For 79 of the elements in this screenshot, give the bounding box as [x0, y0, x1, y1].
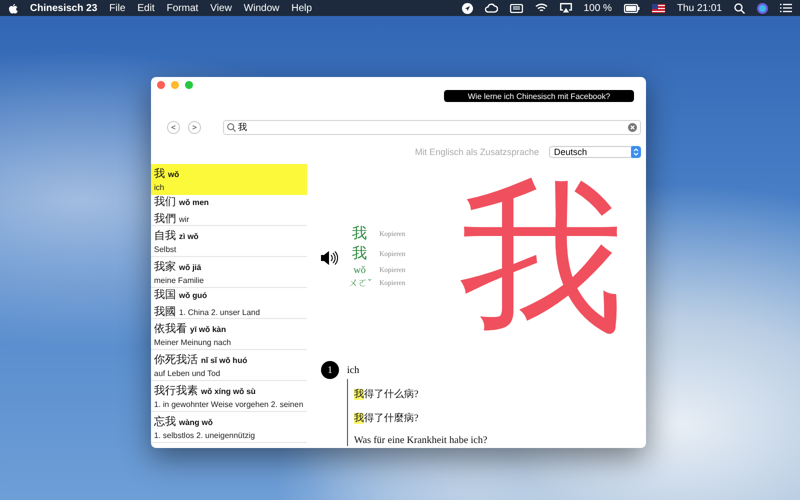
result-gloss: 1. China 2. unser Land [179, 308, 260, 317]
search-icon [227, 123, 236, 132]
character-form: 我 [351, 224, 368, 244]
result-gloss: Meiner Meinung nach [154, 338, 231, 347]
forward-button[interactable]: > [188, 121, 201, 134]
search-field[interactable]: 我 [223, 120, 641, 135]
location-arrow-icon[interactable] [462, 2, 473, 14]
result-hanzi: 我国 [154, 288, 176, 302]
search-icon[interactable] [734, 2, 745, 14]
result-traditional: 我國 [154, 305, 176, 318]
result-hanzi: 你死我活 [154, 353, 198, 367]
result-hanzi: 我们 [154, 195, 176, 209]
result-pinyin: yī wǒ kàn [190, 325, 226, 334]
result-item[interactable]: 我 wǒ ich [151, 164, 307, 195]
apple-logo-icon[interactable] [8, 2, 18, 14]
battery-percentage: 100 % [584, 2, 612, 14]
example-sentence: 我得了什麼病? [354, 412, 420, 425]
back-button[interactable]: < [167, 121, 180, 134]
result-item[interactable]: 自我 zì wǒ Selbst [151, 226, 307, 257]
flag-icon[interactable] [652, 4, 665, 12]
result-item[interactable]: 忘我 wàng wǒ 1. selbstlos 2. uneigennützig [151, 412, 307, 443]
menu-clock[interactable]: Thu 21:01 [676, 2, 722, 14]
menu-item[interactable]: File [109, 2, 126, 14]
result-hanzi: 忘我 [154, 414, 176, 429]
result-gloss: 1. selbstlos 2. uneigennützig [154, 431, 255, 440]
result-pinyin: wǒ xíng wǒ sù [201, 387, 256, 396]
result-hanzi: 自我 [154, 229, 176, 243]
result-hanzi: 我 [154, 167, 165, 181]
result-pinyin: wàng wǒ [179, 418, 213, 427]
app-menu[interactable]: Chinesisch 23 [30, 2, 98, 14]
keyboard-icon[interactable] [510, 4, 523, 12]
example-translation: Was für eine Krankheit habe ich? [354, 435, 488, 446]
stepper-icon [631, 146, 641, 158]
result-gloss: 1. in gewohnter Weise vorgehen 2. seinen [154, 400, 304, 409]
result-pinyin: wǒ jiā [179, 263, 202, 272]
menu-item[interactable]: Edit [137, 2, 155, 14]
result-gloss: auf Leben und Tod [154, 369, 220, 378]
result-gloss: meine Familie [154, 276, 204, 285]
wifi-icon[interactable] [534, 3, 548, 13]
siri-icon[interactable] [757, 2, 768, 14]
result-item[interactable]: 依我看 yī wǒ kàn Meiner Meinung nach [151, 319, 307, 350]
menu-item[interactable]: Help [291, 2, 312, 14]
result-item[interactable]: 我们 wǒ men 我們 wir [151, 195, 307, 226]
result-pinyin: wǒ guó [179, 291, 207, 300]
sense-number: 1 [321, 361, 339, 379]
result-pinyin: nǐ sǐ wǒ huó [201, 356, 248, 365]
language-label: Mit Englisch als Zusatzsprache [414, 147, 539, 157]
result-gloss: Selbst [154, 245, 176, 254]
result-pinyin: wǒ [168, 170, 180, 179]
airplay-icon[interactable] [560, 3, 572, 13]
close-button[interactable] [157, 81, 165, 89]
cloud-icon[interactable] [484, 3, 498, 13]
character-form: 我 [351, 244, 368, 264]
result-pinyin: wǒ men [179, 198, 209, 207]
result-gloss: wir [179, 215, 190, 224]
battery-icon[interactable] [624, 4, 640, 12]
facebook-promo-button[interactable]: Wie lerne ich Chinesisch mit Facebook? [444, 90, 634, 102]
result-pinyin: zì wǒ [179, 232, 199, 241]
sense-meaning: ich [347, 364, 360, 376]
speaker-icon[interactable] [320, 250, 338, 266]
result-hanzi: 我行我素 [154, 384, 198, 398]
large-character: 我 [459, 166, 624, 346]
result-gloss: ich [154, 183, 164, 192]
character-form: wǒ [352, 264, 367, 276]
menu-item[interactable]: Window [244, 2, 280, 14]
language-dropdown[interactable]: Deutsch [549, 146, 641, 158]
result-hanzi: 依我看 [154, 322, 187, 336]
result-hanzi: 我家 [154, 260, 176, 274]
result-item[interactable]: 你死我活 nǐ sǐ wǒ huó auf Leben und Tod [151, 350, 307, 381]
result-traditional: 我們 [154, 212, 176, 225]
result-item[interactable]: 我家 wǒ jiā meine Familie [151, 257, 307, 288]
clear-icon[interactable] [628, 123, 637, 132]
result-item[interactable]: 我国 wǒ guó 我國 1. China 2. unser Land [151, 288, 307, 319]
list-icon[interactable] [780, 3, 792, 13]
menu-item[interactable]: Format [166, 2, 198, 14]
character-form: ㄨㄛˇ [348, 276, 372, 290]
result-item[interactable]: 我行我素 wǒ xíng wǒ sù 1. in gewohnter Weise vorgehen 2. seinen [151, 381, 307, 412]
example-sentence: 我得了什么病? [354, 388, 420, 401]
menu-item[interactable]: View [210, 2, 232, 14]
